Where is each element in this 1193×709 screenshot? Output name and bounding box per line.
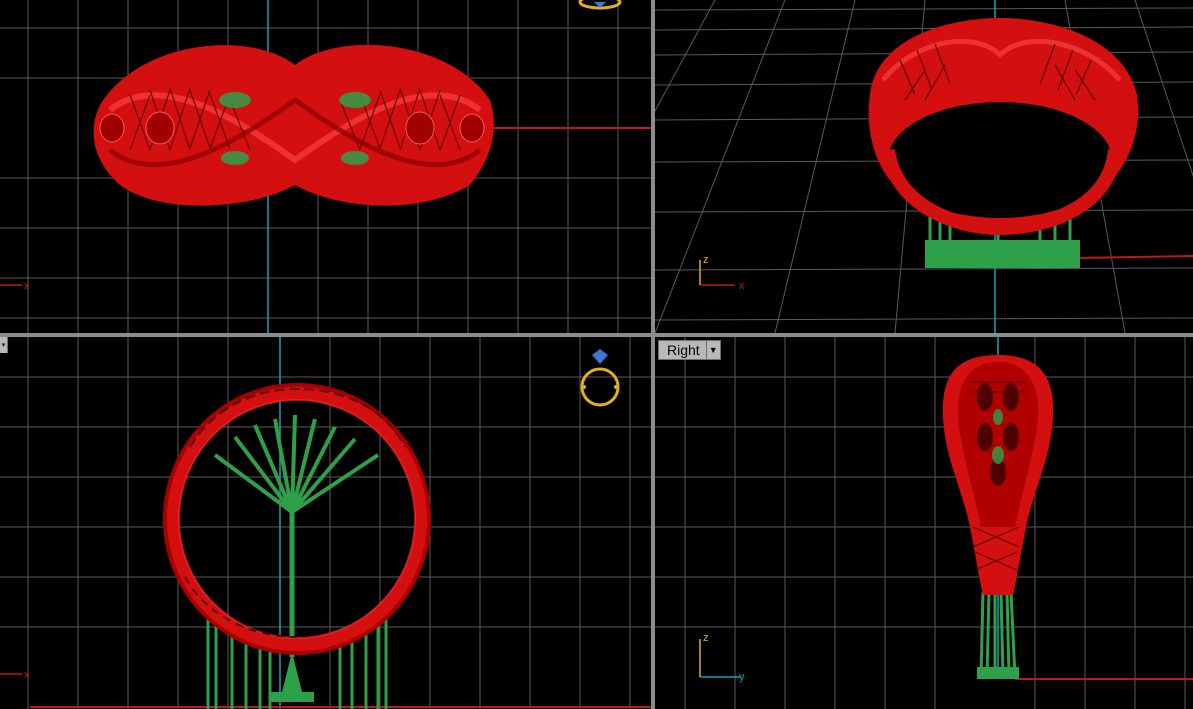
viewport-menu-tab[interactable]: ▾ — [0, 337, 8, 353]
dropdown-arrow-icon: ▾ — [1, 342, 6, 349]
viewport-top[interactable]: x — [0, 0, 651, 333]
support-structure-front — [206, 414, 388, 709]
ring-model-right — [942, 355, 1054, 595]
axis-label-x: x — [24, 280, 30, 292]
axis-label-x: x — [739, 280, 745, 292]
front-grid: x — [0, 337, 651, 709]
ring-model-front — [163, 383, 431, 655]
dropdown-arrow-icon[interactable]: ▼ — [705, 341, 720, 359]
viewport-perspective[interactable]: z x — [655, 0, 1193, 333]
axis-label-z: z — [703, 632, 709, 644]
ring-model-persp — [868, 18, 1139, 236]
axis-label-z: z — [703, 254, 709, 266]
ring-icon[interactable] — [578, 0, 622, 10]
axis-label-y: y — [739, 671, 745, 683]
viewport-title-label: Right — [667, 342, 700, 358]
ring-model-top — [93, 44, 494, 206]
viewport-title-right[interactable]: Right ▼ — [658, 340, 721, 360]
right-grid: z y — [655, 337, 1193, 709]
viewport-front[interactable]: x ▾ — [0, 337, 651, 709]
viewport-divider-horizontal[interactable] — [0, 333, 1193, 337]
perspective-grid: z x — [655, 0, 1193, 333]
viewport-divider-vertical[interactable] — [651, 0, 655, 709]
viewport-right[interactable]: z y Right ▼ — [655, 337, 1193, 709]
axis-label-x: x — [24, 669, 30, 681]
top-grid: x — [0, 0, 651, 333]
